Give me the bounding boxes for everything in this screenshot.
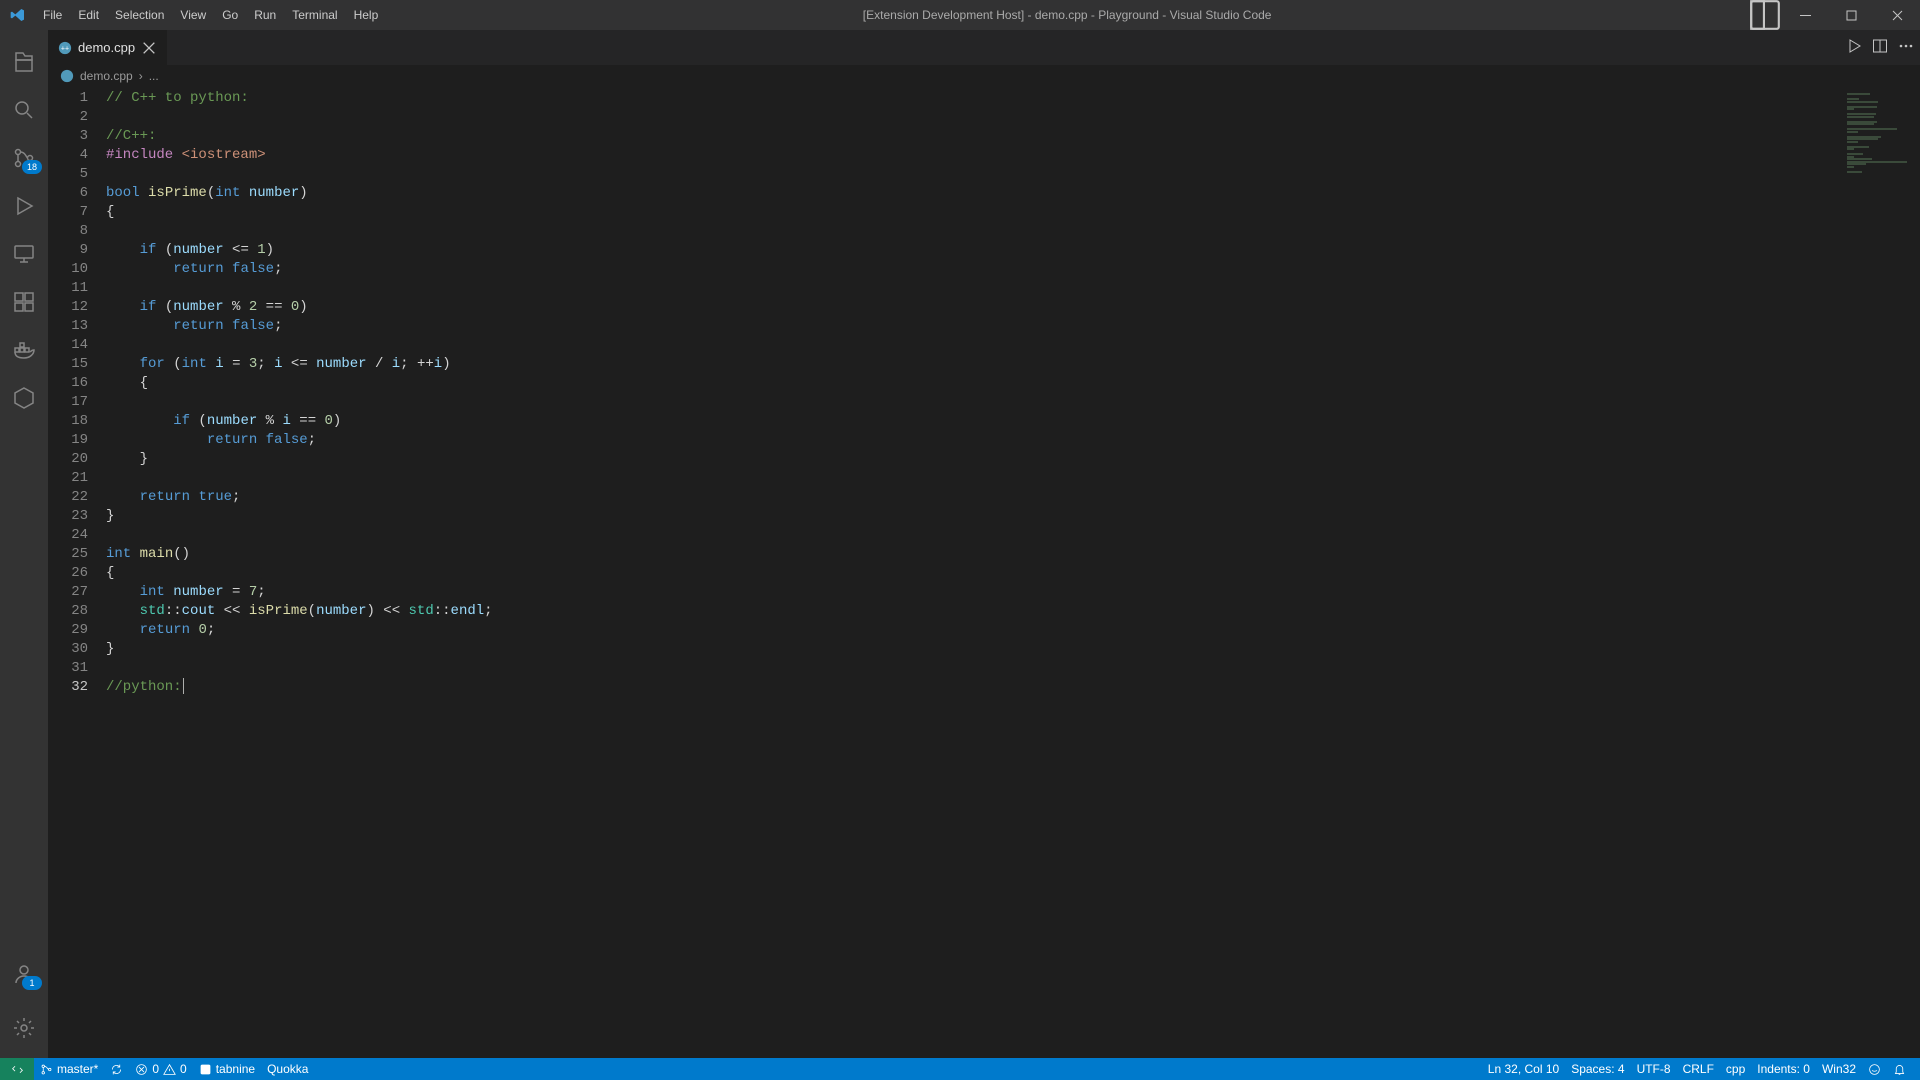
git-branch[interactable]: master* xyxy=(34,1062,104,1076)
menubar: FileEditSelectionViewGoRunTerminalHelp xyxy=(35,0,386,30)
accounts-icon[interactable] xyxy=(0,950,48,998)
branch-label: master* xyxy=(57,1062,98,1076)
statusbar: master* 0 0 tabnine Quokka Ln 32, Col 10… xyxy=(0,1058,1920,1080)
window-controls xyxy=(1782,0,1920,30)
docker-icon[interactable] xyxy=(0,326,48,374)
remote-indicator-icon[interactable] xyxy=(0,1058,34,1080)
activity-bar xyxy=(0,30,48,1058)
eol[interactable]: CRLF xyxy=(1677,1062,1720,1076)
close-button[interactable] xyxy=(1874,0,1920,30)
cursor-position[interactable]: Ln 32, Col 10 xyxy=(1482,1062,1565,1076)
maximize-button[interactable] xyxy=(1828,0,1874,30)
split-editor-icon[interactable] xyxy=(1872,38,1888,57)
sync-icon[interactable] xyxy=(104,1063,129,1076)
remote-explorer-icon[interactable] xyxy=(0,230,48,278)
window-title: [Extension Development Host] - demo.cpp … xyxy=(386,8,1748,22)
minimize-button[interactable] xyxy=(1782,0,1828,30)
code-content[interactable]: // C++ to python://C++:#include <iostrea… xyxy=(106,87,1840,1058)
tab-demo-cpp[interactable]: ++ demo.cpp xyxy=(48,30,168,65)
error-count: 0 xyxy=(152,1062,159,1076)
menu-edit[interactable]: Edit xyxy=(70,0,107,30)
feedback-icon[interactable] xyxy=(1862,1062,1887,1076)
menu-file[interactable]: File xyxy=(35,0,70,30)
breadcrumb-file: demo.cpp xyxy=(80,69,133,83)
platform[interactable]: Win32 xyxy=(1816,1062,1862,1076)
menu-run[interactable]: Run xyxy=(246,0,284,30)
problems[interactable]: 0 0 xyxy=(129,1062,192,1076)
svg-text:++: ++ xyxy=(61,45,69,52)
menu-go[interactable]: Go xyxy=(214,0,246,30)
menu-selection[interactable]: Selection xyxy=(107,0,172,30)
editor-area: ++ demo.cpp demo.cpp › ... 123456789101 xyxy=(48,30,1920,1058)
search-icon[interactable] xyxy=(0,86,48,134)
quokka-status[interactable]: Quokka xyxy=(261,1062,314,1076)
indent-spaces[interactable]: Spaces: 4 xyxy=(1565,1062,1630,1076)
hexagon-icon[interactable] xyxy=(0,374,48,422)
line-number-gutter: 1234567891011121314151617181920212223242… xyxy=(48,87,106,1058)
titlebar: FileEditSelectionViewGoRunTerminalHelp [… xyxy=(0,0,1920,30)
settings-gear-icon[interactable] xyxy=(0,1004,48,1052)
source-control-icon[interactable] xyxy=(0,134,48,182)
extensions-icon[interactable] xyxy=(0,278,48,326)
menu-terminal[interactable]: Terminal xyxy=(284,0,345,30)
chevron-right-icon: › xyxy=(139,69,143,83)
close-icon[interactable] xyxy=(141,40,157,56)
warning-count: 0 xyxy=(180,1062,187,1076)
menu-view[interactable]: View xyxy=(172,0,214,30)
editor-body[interactable]: 1234567891011121314151617181920212223242… xyxy=(48,87,1920,1058)
vscode-logo-icon xyxy=(0,7,35,23)
explorer-icon[interactable] xyxy=(0,38,48,86)
breadcrumb-rest: ... xyxy=(149,69,159,83)
menu-help[interactable]: Help xyxy=(346,0,387,30)
toggle-layout-icon[interactable] xyxy=(1748,0,1782,32)
language-mode[interactable]: cpp xyxy=(1720,1062,1751,1076)
indents-count[interactable]: Indents: 0 xyxy=(1751,1062,1816,1076)
run-icon[interactable] xyxy=(1846,38,1862,57)
cpp-file-icon: ++ xyxy=(58,41,72,55)
tab-label: demo.cpp xyxy=(78,40,135,55)
cpp-file-icon xyxy=(60,69,74,83)
tabs-row: ++ demo.cpp xyxy=(48,30,1920,65)
run-debug-icon[interactable] xyxy=(0,182,48,230)
more-icon[interactable] xyxy=(1898,38,1914,57)
encoding[interactable]: UTF-8 xyxy=(1631,1062,1677,1076)
tabnine-status[interactable]: tabnine xyxy=(193,1062,261,1076)
minimap[interactable] xyxy=(1840,87,1920,1058)
breadcrumbs[interactable]: demo.cpp › ... xyxy=(48,65,1920,87)
notifications-icon[interactable] xyxy=(1887,1062,1912,1076)
